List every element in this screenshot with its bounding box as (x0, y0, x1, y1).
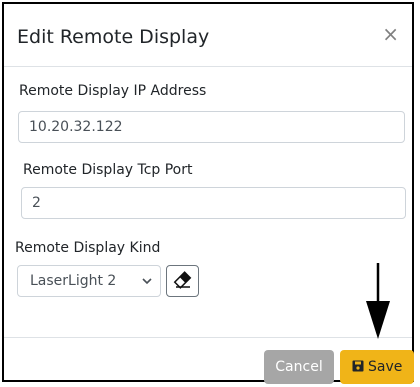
dialog-header: Edit Remote Display × (4, 4, 412, 67)
tcp-port-label: Remote Display Tcp Port (23, 162, 193, 178)
dialog-title: Edit Remote Display (17, 26, 210, 48)
close-icon[interactable]: × (382, 22, 399, 46)
save-icon (352, 359, 368, 375)
display-kind-select[interactable]: LaserLight 2 (17, 265, 161, 297)
display-kind-selected: LaserLight 2 (30, 273, 117, 289)
ip-address-input[interactable]: 10.20.32.122 (18, 111, 405, 143)
save-label: Save (368, 359, 403, 375)
clear-kind-button[interactable] (166, 265, 199, 297)
save-button[interactable]: Save (340, 350, 414, 384)
cancel-button[interactable]: Cancel (264, 350, 334, 384)
display-kind-label: Remote Display Kind (15, 240, 161, 256)
edit-remote-display-dialog: Edit Remote Display × Remote Display IP … (2, 2, 414, 382)
tcp-port-input[interactable]: 2 (21, 187, 406, 219)
ip-address-label: Remote Display IP Address (19, 83, 207, 99)
chevron-down-icon (142, 266, 152, 308)
eraser-icon (167, 271, 198, 300)
annotation-arrow-icon (366, 263, 390, 339)
